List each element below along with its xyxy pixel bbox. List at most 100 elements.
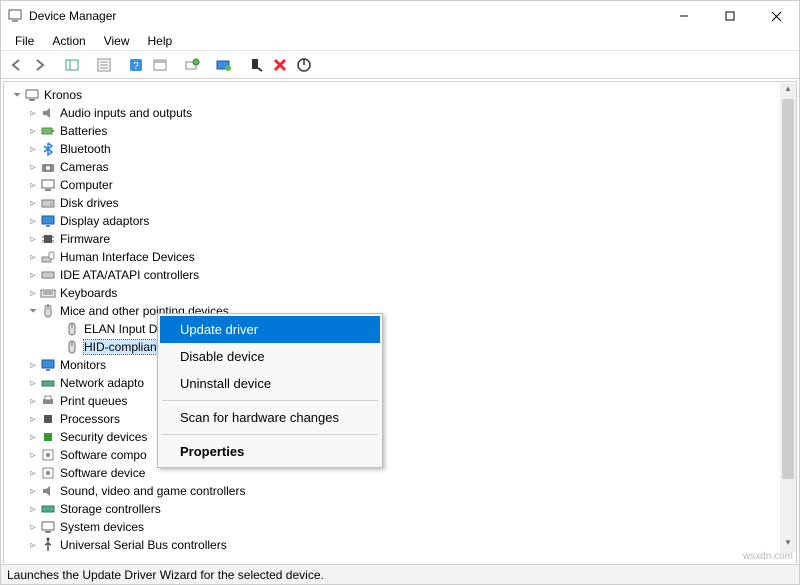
device-tree[interactable]: ⏷ Kronos ▹ Audio inputs and outputs ▹ Batt…	[3, 81, 797, 566]
tree-node-monitors[interactable]: ▹Monitors	[4, 356, 796, 374]
ctx-separator	[162, 400, 378, 401]
ctx-update-driver[interactable]: Update driver	[160, 316, 380, 343]
tree-node-usb[interactable]: ▹ Universal Serial Bus controllers	[4, 536, 796, 554]
tree-node-bluetooth[interactable]: ▹Bluetooth	[4, 140, 796, 158]
tree-node-network[interactable]: ▹Network adapto	[4, 374, 796, 392]
expand-icon[interactable]: ▹	[26, 538, 40, 552]
usb-icon	[40, 537, 56, 553]
expand-icon[interactable]: ▹	[26, 286, 40, 300]
action-button[interactable]	[149, 54, 171, 76]
expand-icon[interactable]: ▹	[26, 466, 40, 480]
forward-button[interactable]	[29, 54, 51, 76]
titlebar[interactable]: Device Manager	[1, 1, 799, 31]
scroll-up-icon[interactable]: ▴	[780, 83, 796, 99]
expand-icon[interactable]: ▹	[26, 142, 40, 156]
context-menu: Update driver Disable device Uninstall d…	[157, 313, 383, 468]
expand-icon[interactable]: ▹	[26, 268, 40, 282]
expand-icon[interactable]: ▹	[26, 358, 40, 372]
expand-icon[interactable]: ▹	[26, 430, 40, 444]
tree-node-disk-drives[interactable]: ▹Disk drives	[4, 194, 796, 212]
close-button[interactable]	[753, 1, 799, 31]
menu-view[interactable]: View	[96, 32, 138, 50]
node-label: Universal Serial Bus controllers	[60, 538, 227, 552]
expand-icon[interactable]: ▹	[26, 412, 40, 426]
show-hide-console-tree-button[interactable]	[61, 54, 83, 76]
update-driver-button[interactable]	[213, 54, 235, 76]
camera-icon	[40, 159, 56, 175]
node-label: Display adaptors	[60, 214, 149, 228]
menu-file[interactable]: File	[7, 32, 42, 50]
tree-node-print-queues[interactable]: ▹ Print queues	[4, 392, 796, 410]
tree-root[interactable]: ⏷ Kronos	[4, 86, 796, 104]
tree-node-system[interactable]: ▹System devices	[4, 518, 796, 536]
ctx-disable-device[interactable]: Disable device	[160, 343, 380, 370]
expand-icon[interactable]: ▹	[26, 160, 40, 174]
node-label: Print queues	[60, 394, 127, 408]
expand-icon[interactable]: ▹	[26, 394, 40, 408]
minimize-button[interactable]	[661, 1, 707, 31]
node-label: Computer	[60, 178, 113, 192]
expand-icon[interactable]: ▹	[26, 232, 40, 246]
collapse-icon[interactable]: ⏷	[26, 304, 40, 318]
node-label: Audio inputs and outputs	[60, 106, 192, 120]
disable-device-button[interactable]	[245, 54, 267, 76]
vertical-scrollbar[interactable]: ▴ ▾	[780, 83, 796, 553]
maximize-button[interactable]	[707, 1, 753, 31]
tree-node-security[interactable]: ▹Security devices	[4, 428, 796, 446]
tree-node-display-adapters[interactable]: ▹ Display adaptors	[4, 212, 796, 230]
expand-icon[interactable]: ▹	[26, 214, 40, 228]
expand-icon[interactable]: ▹	[26, 376, 40, 390]
cpu-icon	[40, 411, 56, 427]
expand-icon[interactable]: ▹	[26, 178, 40, 192]
node-label: Software compo	[60, 448, 147, 462]
tree-node-elan-input[interactable]: ELAN Input Device	[4, 320, 796, 338]
help-button[interactable]: ?	[125, 54, 147, 76]
tree-node-firmware[interactable]: ▹ Firmware	[4, 230, 796, 248]
node-label: Firmware	[60, 232, 110, 246]
tree-node-storage[interactable]: ▹Storage controllers	[4, 500, 796, 518]
node-label: Software device	[60, 466, 145, 480]
expand-icon[interactable]: ▹	[26, 520, 40, 534]
ctx-separator	[162, 434, 378, 435]
expand-icon[interactable]: ⏷	[10, 88, 24, 102]
tree-node-sound[interactable]: ▹ Sound, video and game controllers	[4, 482, 796, 500]
tree-node-keyboards[interactable]: ▹Keyboards	[4, 284, 796, 302]
menu-help[interactable]: Help	[140, 32, 181, 50]
bluetooth-icon	[40, 141, 56, 157]
enable-device-button[interactable]	[293, 54, 315, 76]
properties-button[interactable]	[93, 54, 115, 76]
tree-node-hid-mouse[interactable]: HID-compliant mouse	[4, 338, 796, 356]
expand-icon[interactable]: ▹	[26, 196, 40, 210]
tree-node-processors[interactable]: ▹Processors	[4, 410, 796, 428]
tree-node-software-devices[interactable]: ▹ Software device	[4, 464, 796, 482]
ctx-uninstall-device[interactable]: Uninstall device	[160, 370, 380, 397]
tree-node-computer[interactable]: ▹ Computer	[4, 176, 796, 194]
mouse-icon	[40, 303, 56, 319]
display-icon	[40, 213, 56, 229]
ctx-scan-hardware[interactable]: Scan for hardware changes	[160, 404, 380, 431]
uninstall-device-button[interactable]	[269, 54, 291, 76]
tree-node-batteries[interactable]: ▹ Batteries	[4, 122, 796, 140]
expand-icon[interactable]: ▹	[26, 484, 40, 498]
expand-icon[interactable]: ▹	[26, 502, 40, 516]
tree-node-audio[interactable]: ▹ Audio inputs and outputs	[4, 104, 796, 122]
tree-node-software-components[interactable]: ▹ Software compo	[4, 446, 796, 464]
menu-action[interactable]: Action	[44, 32, 93, 50]
tree-node-mice[interactable]: ⏷Mice and other pointing devices	[4, 302, 796, 320]
node-label: Batteries	[60, 124, 107, 138]
scroll-thumb[interactable]	[782, 99, 794, 479]
tree-node-hid[interactable]: ▹Human Interface Devices	[4, 248, 796, 266]
expand-icon[interactable]: ▹	[26, 250, 40, 264]
node-label: Sound, video and game controllers	[60, 484, 245, 498]
device-manager-icon	[7, 8, 23, 24]
expand-icon[interactable]: ▹	[26, 106, 40, 120]
expand-icon[interactable]: ▹	[26, 124, 40, 138]
scan-hardware-button[interactable]	[181, 54, 203, 76]
expand-icon[interactable]: ▹	[26, 448, 40, 462]
ctx-properties[interactable]: Properties	[160, 438, 380, 465]
back-button[interactable]	[5, 54, 27, 76]
speaker-icon	[40, 105, 56, 121]
tree-node-cameras[interactable]: ▹Cameras	[4, 158, 796, 176]
tree-node-ide[interactable]: ▹IDE ATA/ATAPI controllers	[4, 266, 796, 284]
monitor-icon	[40, 357, 56, 373]
